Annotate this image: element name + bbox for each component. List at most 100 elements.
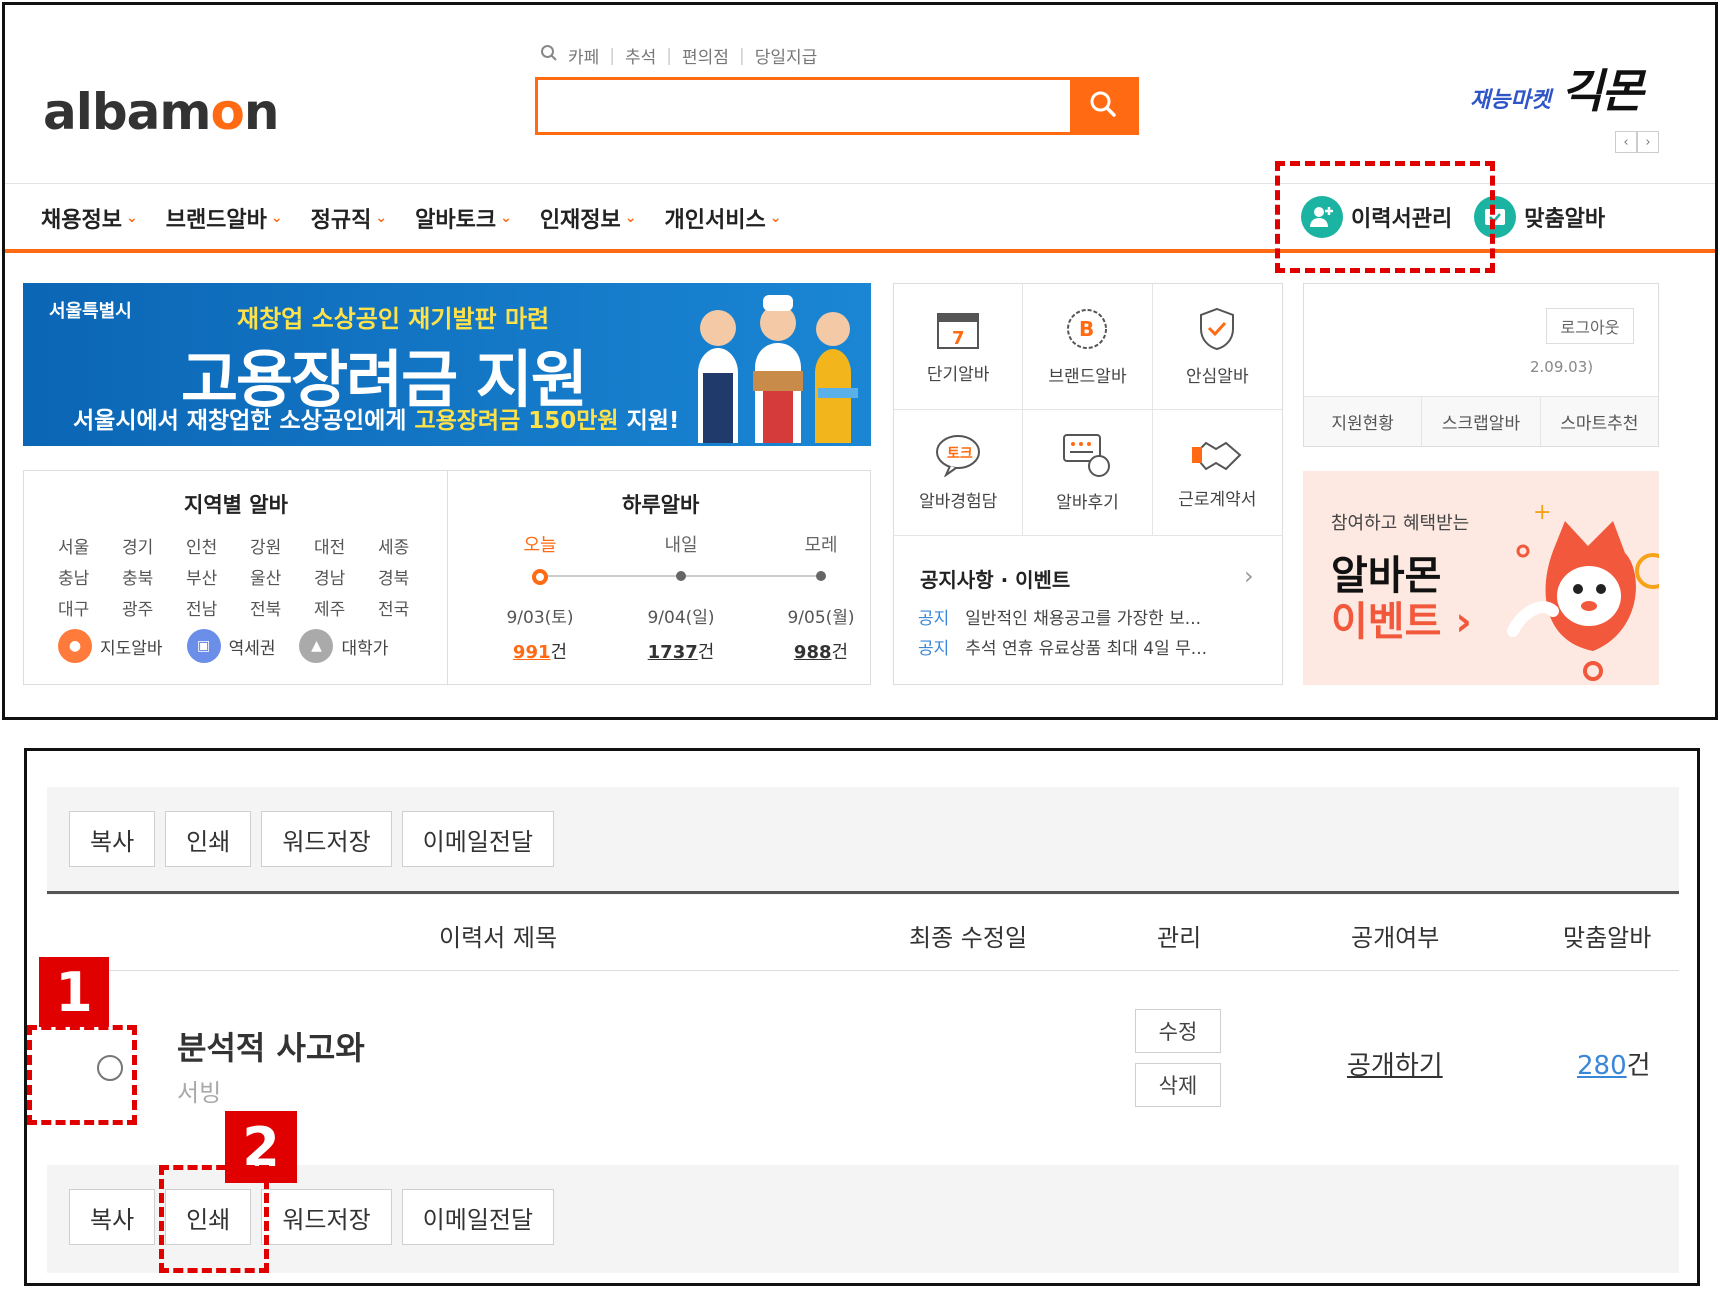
search-input[interactable] (538, 80, 1070, 132)
region-item[interactable]: 충남 (58, 564, 122, 589)
prev-arrow-icon[interactable]: ‹ (1615, 131, 1637, 153)
email-send-button[interactable]: 이메일전달 (401, 1189, 555, 1245)
region-item[interactable]: 제주 (314, 595, 378, 620)
search-bar (535, 77, 1139, 135)
make-public-link[interactable]: 공개하기 (1347, 1045, 1443, 1082)
workers-illustration (698, 295, 858, 443)
tab-scrap[interactable]: 스크랩알바 (1422, 397, 1541, 446)
svg-text:토크: 토크 (947, 446, 973, 462)
promo-banner[interactable]: 서울특별시 재창업 소상공인 재기발판 마련 고용장려금 지원 서울시에서 재창… (23, 283, 871, 446)
daily-today[interactable]: 오늘 9/03(토) 991건 (470, 531, 610, 664)
copy-button[interactable]: 복사 (69, 811, 156, 867)
region-item[interactable]: 충북 (122, 564, 186, 589)
region-item[interactable]: 전국 (378, 595, 442, 620)
notice-item[interactable]: 공지 추석 연휴 유료상품 최대 4일 무... (918, 634, 1207, 659)
region-item[interactable]: 강원 (250, 533, 314, 558)
region-item[interactable]: 서울 (58, 533, 122, 558)
region-item[interactable]: 대전 (314, 533, 378, 558)
svg-text:B: B (1079, 317, 1094, 341)
region-item[interactable]: 경기 (122, 533, 186, 558)
today-dot (532, 569, 548, 585)
gnb-item-personal[interactable]: 개인서비스 ⌄ (665, 202, 782, 234)
speech-bubble-icon: 토크 (936, 435, 981, 477)
calendar-icon: 7 (937, 313, 980, 349)
word-save-button[interactable]: 워드저장 (261, 1189, 392, 1245)
email-send-button[interactable]: 이메일전달 (401, 811, 555, 867)
map-alba-link[interactable]: ● 지도알바 (58, 629, 163, 663)
header-resume-title: 이력서 제목 (439, 924, 558, 952)
highlight-resume-manage (1275, 161, 1495, 273)
search-button[interactable] (1070, 80, 1136, 132)
region-item[interactable]: 부산 (186, 564, 250, 589)
handshake-icon (1192, 441, 1242, 471)
albamon-logo[interactable]: albamon (43, 83, 279, 141)
region-item[interactable]: 경남 (314, 564, 378, 589)
chevron-down-icon: ⌄ (125, 210, 138, 226)
resume-toolbar-top: 복사 인쇄 워드저장 이메일전달 (47, 787, 1679, 895)
quick-link[interactable]: 추석 (625, 43, 656, 68)
service-short-term[interactable]: 7 단기알바 (894, 284, 1024, 410)
quick-link[interactable]: 당일지급 (755, 43, 818, 68)
notice-title[interactable]: 공지사항 · 이벤트 (920, 564, 1070, 593)
logout-button[interactable]: 로그아웃 (1546, 308, 1634, 344)
region-item[interactable]: 대구 (58, 595, 122, 620)
region-item[interactable]: 경북 (378, 564, 442, 589)
service-review[interactable]: 알바후기 (1023, 410, 1153, 536)
gnb-item-talent[interactable]: 인재정보 ⌄ (540, 202, 637, 234)
quick-search-links: 카페 | 추석 | 편의점 | 당일지급 (540, 43, 817, 68)
gnb-item-jobs[interactable]: 채용정보 ⌄ (41, 202, 138, 234)
word-save-button[interactable]: 워드저장 (261, 811, 392, 867)
shield-icon (1200, 307, 1235, 351)
region-item[interactable]: 전남 (186, 595, 250, 620)
subway-icon: ▣ (186, 629, 221, 663)
highlight-radio (27, 1025, 137, 1125)
service-brand[interactable]: B 브랜드알바 (1023, 284, 1153, 410)
gigmon-logo: 긱몬 (1560, 64, 1644, 118)
tab-applications[interactable]: 지원현황 (1304, 397, 1423, 446)
resume-table-header: 이력서 제목 최종 수정일 관리 공개여부 맞춤알바 (47, 891, 1679, 971)
chevron-down-icon: ⌄ (270, 210, 283, 226)
quick-link[interactable]: 카페 (568, 43, 599, 68)
print-button[interactable]: 인쇄 (165, 811, 252, 867)
delete-button[interactable]: 삭제 (1135, 1063, 1221, 1107)
event-banner[interactable]: 참여하고 혜택받는 알바몬 이벤트 › + (1303, 471, 1659, 685)
chevron-down-icon: ⌄ (500, 210, 512, 226)
resume-title[interactable]: 분석적 사고와 (177, 1023, 365, 1069)
step-1-badge: 1 (39, 957, 109, 1027)
chevron-right-icon[interactable]: › (1244, 562, 1254, 590)
region-item[interactable]: 세종 (378, 533, 442, 558)
header-manage: 관리 (1157, 924, 1202, 952)
service-experience[interactable]: 토크 알바경험담 (894, 410, 1024, 536)
region-item[interactable]: 전북 (250, 595, 314, 620)
gnb-item-albatalk[interactable]: 알바토크 ⌄ (415, 202, 512, 234)
quick-link[interactable]: 편의점 (682, 43, 729, 68)
notice-item[interactable]: 공지 일반적인 채용공고를 가장한 보... (918, 604, 1201, 629)
gigmon-banner[interactable]: 재능마켓 긱몬 (1470, 55, 1644, 121)
chevron-down-icon: ⌄ (624, 210, 637, 226)
daily-dayafter[interactable]: 모레 9/05(월) 988건 (751, 531, 891, 664)
next-arrow-icon[interactable]: › (1637, 131, 1659, 153)
service-safe[interactable]: 안심알바 (1152, 284, 1282, 410)
albamon-homepage-panel: albamon 카페 | 추석 | 편의점 | 당일지급 재능마켓 긱몬 ‹ ›… (2, 2, 1718, 720)
gigmon-subtitle: 재능마켓 (1470, 88, 1551, 113)
station-link[interactable]: ▣ 역세권 (186, 629, 275, 663)
map-pin-icon: ● (58, 629, 92, 663)
match-count[interactable]: 280건 (1577, 1045, 1651, 1082)
gnb-item-brand[interactable]: 브랜드알바 ⌄ (166, 202, 283, 234)
login-date: 2.09.03) (1530, 358, 1594, 376)
region-item[interactable]: 인천 (186, 533, 250, 558)
tomorrow-dot (676, 571, 686, 581)
mascot-illustration: + (1507, 500, 1659, 681)
region-item[interactable]: 광주 (122, 595, 186, 620)
campus-link[interactable]: ▲ 대학가 (299, 629, 388, 663)
header-last-modified: 최종 수정일 (909, 924, 1028, 952)
review-chat-icon (1063, 434, 1111, 477)
edit-button[interactable]: 수정 (1135, 1009, 1221, 1053)
daily-tomorrow[interactable]: 내일 9/04(일) 1737건 (611, 531, 751, 664)
service-contract[interactable]: 근로계약서 (1152, 410, 1282, 536)
region-item[interactable]: 울산 (250, 564, 314, 589)
gnb-item-fulltime[interactable]: 정규직 ⌄ (311, 202, 387, 234)
brand-badge-icon: B (1067, 309, 1108, 349)
tab-smart-recommend[interactable]: 스마트추천 (1541, 397, 1658, 446)
copy-button[interactable]: 복사 (69, 1189, 156, 1245)
